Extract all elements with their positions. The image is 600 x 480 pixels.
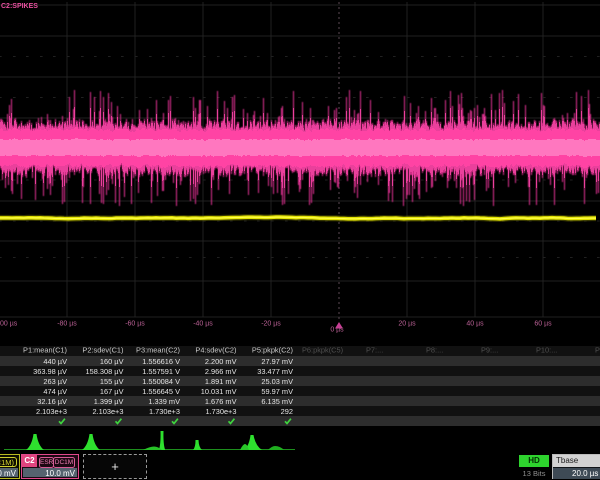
svg-text:P1:mean(C1): P1:mean(C1) [23,346,67,355]
svg-text:33.477 mV: 33.477 mV [257,367,293,376]
svg-text:292: 292 [281,407,293,416]
svg-text:1.399 µV: 1.399 µV [94,397,124,406]
svg-text:25.03 mV: 25.03 mV [261,377,293,386]
svg-text:6.135 mV: 6.135 mV [261,397,293,406]
svg-text:1.891 mV: 1.891 mV [205,377,237,386]
svg-text:167 µV: 167 µV [100,387,124,396]
svg-text:2.103e+3: 2.103e+3 [36,407,67,416]
svg-text:10.031 mV: 10.031 mV [201,387,237,396]
svg-text:-80 µs: -80 µs [57,321,77,328]
svg-text:27.97 mV: 27.97 mV [261,357,293,366]
svg-text:-40 µs: -40 µs [193,321,213,328]
svg-text:474 µV: 474 µV [43,387,67,396]
svg-text:P3:mean(C2): P3:mean(C2) [136,346,180,355]
svg-text:1.730e+3: 1.730e+3 [149,407,180,416]
svg-text:155 µV: 155 µV [100,377,124,386]
svg-text:263 µV: 263 µV [43,377,67,386]
svg-text:P10:...: P10:... [536,346,557,355]
svg-text:1.556616 V: 1.556616 V [142,357,180,366]
svg-text:C2:SPIKES: C2:SPIKES [1,3,38,10]
svg-text:60 µs: 60 µs [534,321,552,328]
svg-text:1.550084 V: 1.550084 V [142,377,180,386]
svg-text:P4:sdev(C2): P4:sdev(C2) [195,346,236,355]
svg-text:2.966 mV: 2.966 mV [205,367,237,376]
svg-text:P2:sdev(C1): P2:sdev(C1) [82,346,123,355]
svg-text:158.308 µV: 158.308 µV [86,367,124,376]
svg-text:P5:pkpk(C2): P5:pkpk(C2) [252,346,293,355]
svg-text:160 µV: 160 µV [100,357,124,366]
svg-text:40 µs: 40 µs [466,321,484,328]
svg-text:-20 µs: -20 µs [261,321,281,328]
svg-text:P: P [595,346,600,355]
svg-text:1.556645 V: 1.556645 V [142,387,180,396]
svg-text:00 µs: 00 µs [0,321,18,328]
svg-text:2.103e+3: 2.103e+3 [92,407,123,416]
svg-text:-60 µs: -60 µs [125,321,145,328]
svg-text:P9:...: P9:... [481,346,498,355]
svg-text:59.97 mV: 59.97 mV [261,387,293,396]
svg-text:2.200 mV: 2.200 mV [205,357,237,366]
svg-text:P7:...: P7:... [366,346,383,355]
svg-text:P6:pkpk(C5): P6:pkpk(C5) [302,346,343,355]
svg-text:1.339 mV: 1.339 mV [148,397,180,406]
svg-text:1.730e+3: 1.730e+3 [205,407,236,416]
svg-text:363.98 µV: 363.98 µV [33,367,67,376]
svg-text:20 µs: 20 µs [398,321,416,328]
svg-text:1.676 mV: 1.676 mV [205,397,237,406]
svg-text:0 µs: 0 µs [330,327,344,334]
svg-text:440 µV: 440 µV [43,357,67,366]
svg-text:1.557591 V: 1.557591 V [142,367,180,376]
svg-text:P8:...: P8:... [426,346,443,355]
svg-text:32.16 µV: 32.16 µV [37,397,67,406]
